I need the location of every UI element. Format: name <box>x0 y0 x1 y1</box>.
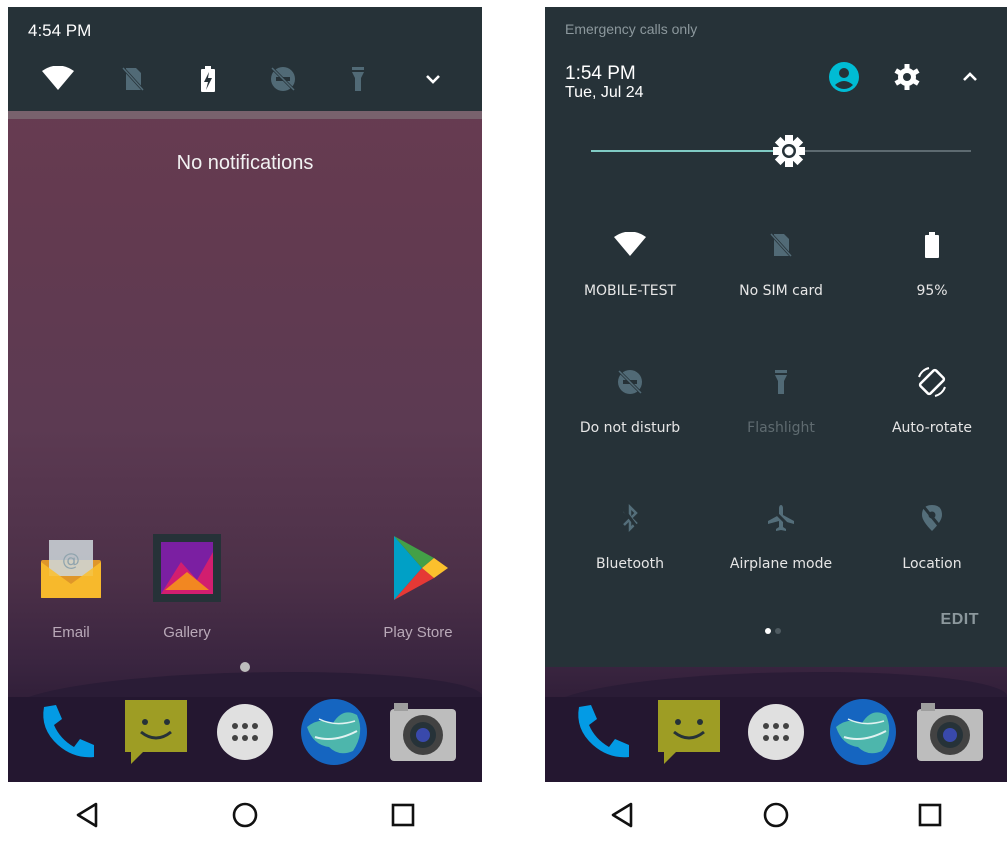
clock-date[interactable]: Tue, Jul 24 <box>565 84 644 102</box>
play-store-icon <box>382 532 454 604</box>
recents-icon[interactable] <box>373 785 433 845</box>
phone-icon[interactable] <box>566 696 638 768</box>
tile-do-not-disturb[interactable]: Do not disturb <box>555 362 705 436</box>
shade-divider <box>8 111 482 119</box>
app-play-store[interactable]: Play Store <box>373 532 463 641</box>
phone-icon[interactable] <box>31 696 103 768</box>
email-icon: @ <box>35 532 107 604</box>
brightness-fill <box>591 150 789 152</box>
tile-label: 95% <box>916 283 948 299</box>
messaging-icon[interactable] <box>653 696 725 768</box>
app-email[interactable]: @ Email <box>26 532 116 641</box>
app-drawer-icon[interactable] <box>740 696 812 768</box>
status-time: 4:54 PM <box>28 21 92 40</box>
svg-text:@: @ <box>62 550 80 571</box>
browser-icon[interactable] <box>298 696 370 768</box>
tile-battery[interactable]: 95% <box>857 225 1007 299</box>
do-not-disturb-icon[interactable] <box>263 59 303 99</box>
carrier-status: Emergency calls only <box>565 21 698 37</box>
home-app-grid: @ Email Gallery Play Store <box>8 532 482 642</box>
navigation-bar <box>8 782 482 846</box>
location-off-icon <box>912 498 952 538</box>
tile-label: Bluetooth <box>596 556 664 572</box>
tile-sim[interactable]: No SIM card <box>706 225 856 299</box>
quick-settings-row <box>8 59 482 99</box>
tile-label: Do not disturb <box>579 420 681 436</box>
brightness-slider[interactable] <box>591 135 971 167</box>
camera-icon[interactable] <box>387 696 459 768</box>
camera-icon[interactable] <box>914 696 986 768</box>
messaging-icon[interactable] <box>120 696 192 768</box>
airplane-icon <box>761 498 801 538</box>
tile-wifi[interactable]: MOBILE-TEST <box>555 225 705 299</box>
page-indicator <box>765 621 785 639</box>
tile-location[interactable]: Location <box>857 498 1007 572</box>
home-icon[interactable] <box>215 785 275 845</box>
dock <box>8 687 482 777</box>
gallery-icon <box>151 532 223 604</box>
quick-settings-panel: Emergency calls only 1:54 PM Tue, Jul 24… <box>545 7 1007 667</box>
tile-label: No SIM card <box>739 283 823 299</box>
notification-shade-header: 4:54 PM <box>8 7 482 111</box>
home-page-indicator <box>240 662 250 672</box>
chevron-down-icon[interactable] <box>413 59 453 99</box>
user-account-icon[interactable] <box>826 59 862 95</box>
tile-flashlight[interactable]: Flashlight <box>706 362 856 436</box>
battery-icon <box>912 225 952 265</box>
tile-label: Auto-rotate <box>891 420 972 436</box>
wifi-icon <box>610 225 650 265</box>
edit-button[interactable]: EDIT <box>941 611 979 629</box>
tile-auto-rotate[interactable]: Auto-rotate <box>857 362 1007 436</box>
brightness-icon[interactable] <box>771 133 807 169</box>
flashlight-icon <box>761 362 801 402</box>
app-label-gallery: Gallery <box>163 624 211 641</box>
tile-label: Flashlight <box>747 420 815 436</box>
battery-charging-icon[interactable] <box>188 59 228 99</box>
back-icon[interactable] <box>57 785 117 845</box>
flashlight-icon[interactable] <box>338 59 378 99</box>
settings-icon[interactable] <box>889 59 925 95</box>
app-drawer-icon[interactable] <box>209 696 281 768</box>
right-phone-screen: Emergency calls only 1:54 PM Tue, Jul 24… <box>545 7 1007 846</box>
no-sim-icon[interactable] <box>113 59 153 99</box>
chevron-up-icon[interactable] <box>952 59 988 95</box>
navigation-bar <box>545 782 1007 846</box>
no-notifications-message: No notifications <box>176 152 314 174</box>
dock <box>545 687 1007 777</box>
do-not-disturb-icon <box>610 362 650 402</box>
home-icon[interactable] <box>746 785 806 845</box>
tile-label: Location <box>902 556 962 572</box>
browser-icon[interactable] <box>827 696 899 768</box>
tile-label: Airplane mode <box>729 556 833 572</box>
auto-rotate-icon <box>912 362 952 402</box>
left-phone-screen: 4:54 PM No notifications @ Email Gallery… <box>8 7 482 846</box>
app-gallery[interactable]: Gallery <box>142 532 232 641</box>
tile-bluetooth[interactable]: Bluetooth <box>555 498 705 572</box>
app-label-email: Email <box>52 624 90 641</box>
page-dot <box>765 628 771 634</box>
page-dot <box>775 628 781 634</box>
app-label-play-store: Play Store <box>383 624 453 641</box>
wifi-icon[interactable] <box>38 59 78 99</box>
tile-label: MOBILE-TEST <box>583 283 677 299</box>
no-sim-icon <box>761 225 801 265</box>
tile-airplane-mode[interactable]: Airplane mode <box>706 498 856 572</box>
clock-time[interactable]: 1:54 PM <box>565 64 636 83</box>
recents-icon[interactable] <box>900 785 960 845</box>
bluetooth-off-icon <box>610 498 650 538</box>
back-icon[interactable] <box>592 785 652 845</box>
